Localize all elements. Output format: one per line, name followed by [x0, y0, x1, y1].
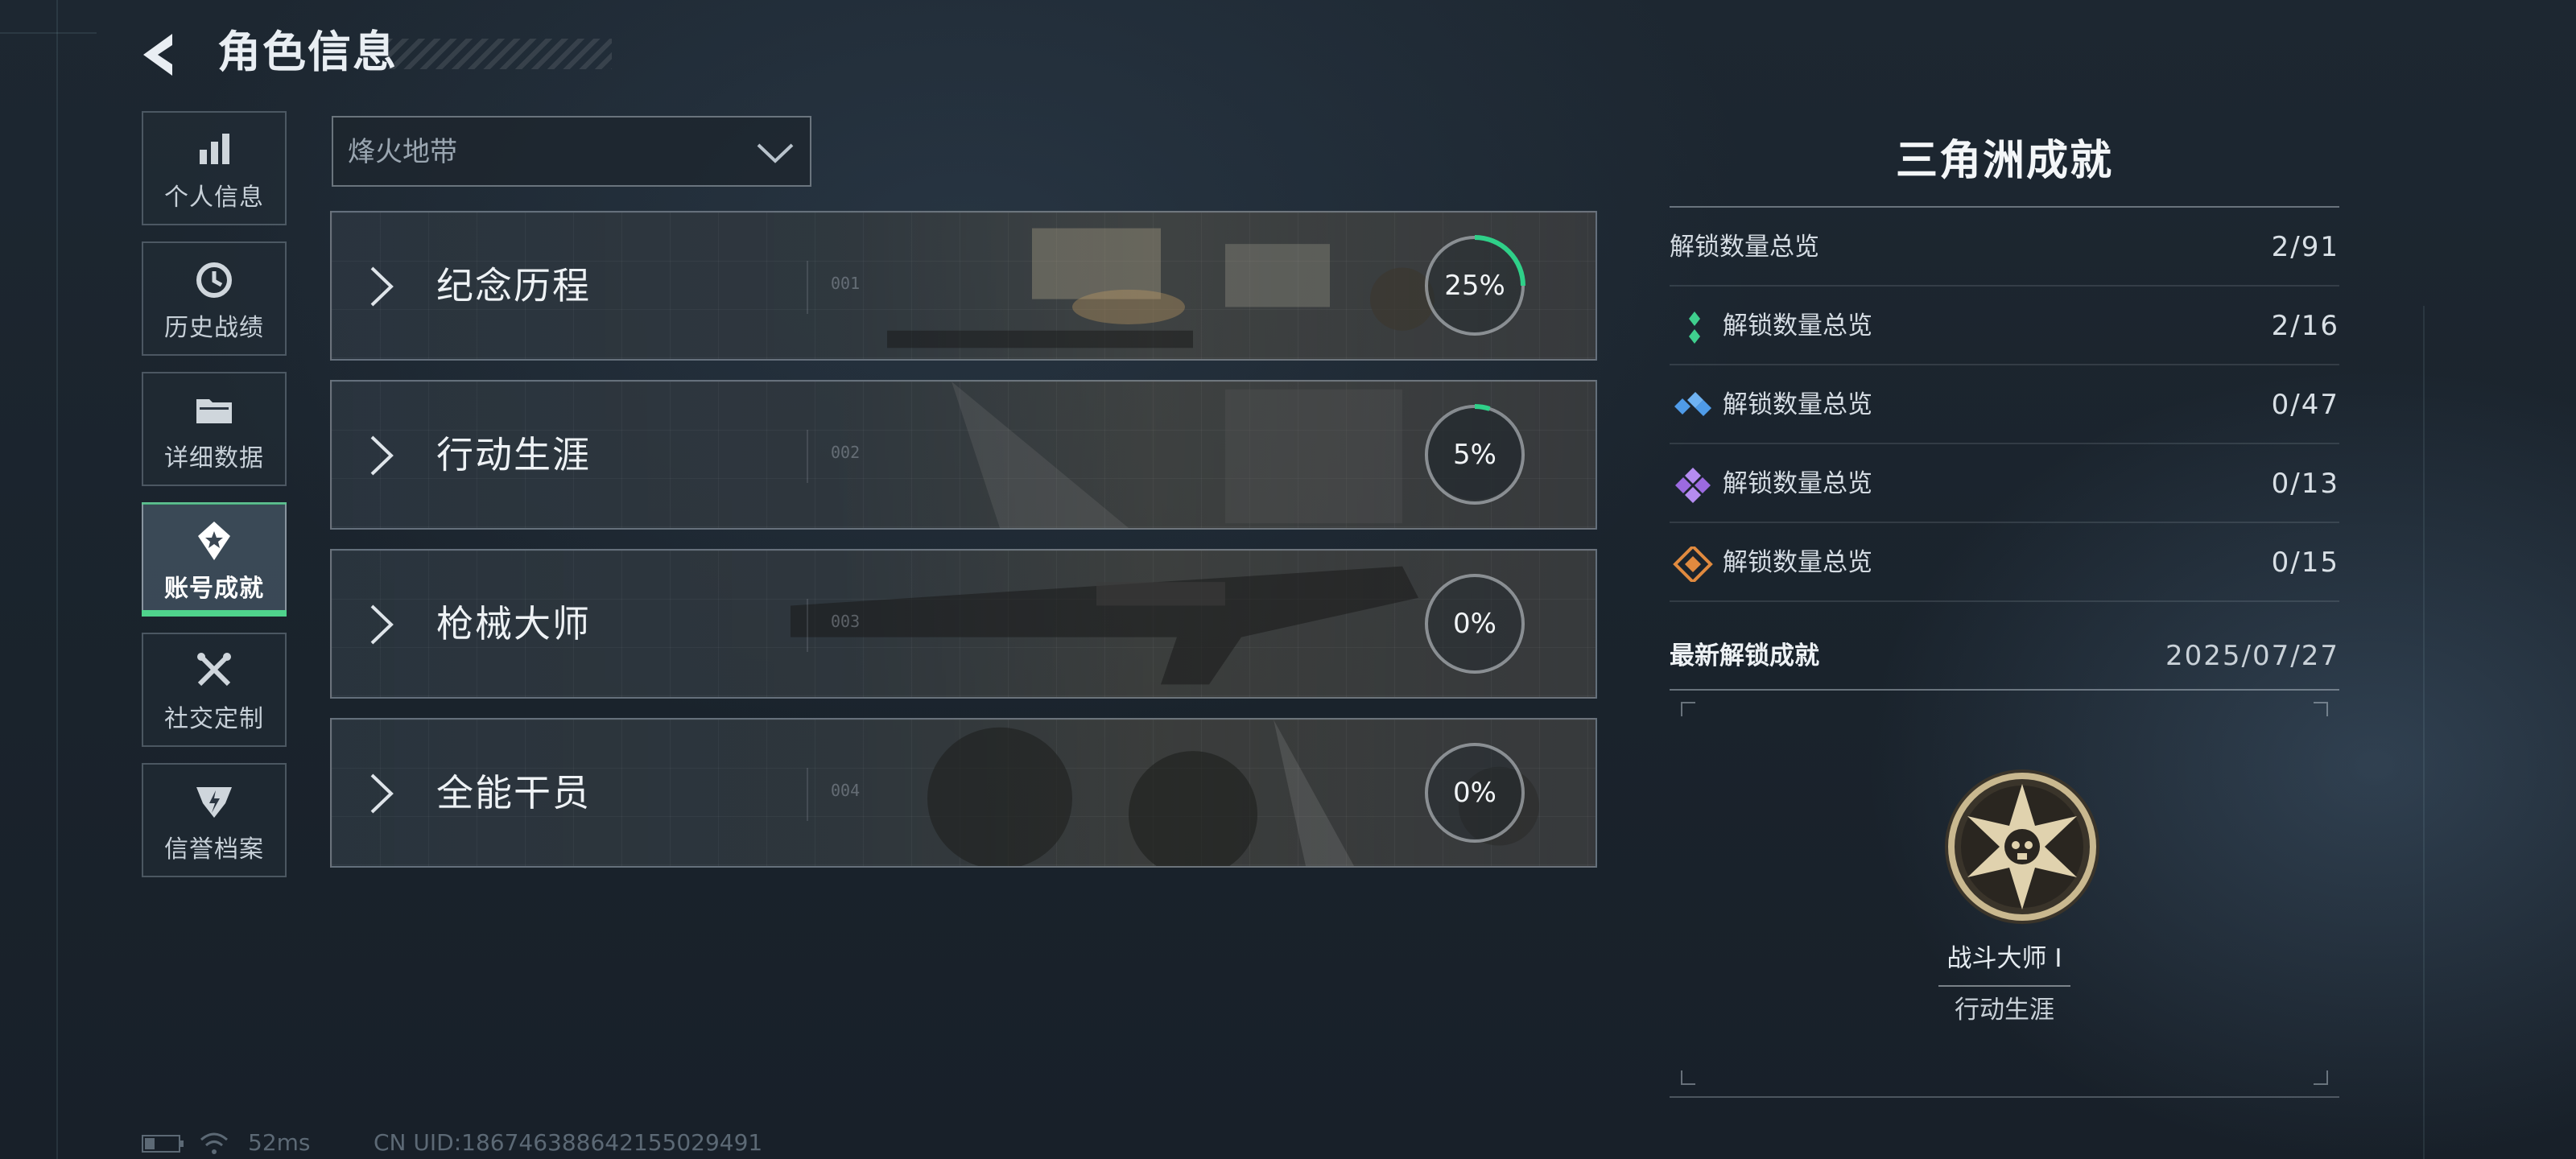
sidebar-item-history[interactable]: 历史战绩	[142, 241, 287, 356]
card-divider	[807, 261, 808, 314]
card-divider	[807, 768, 808, 821]
category-title: 纪念历程	[436, 264, 591, 307]
stat-label: 解锁数量总览	[1723, 469, 1872, 498]
star-skull-medal-icon	[1945, 769, 2099, 924]
progress-label: 5%	[1453, 439, 1496, 471]
latency-text: 52ms	[248, 1129, 311, 1156]
stat-value: 0/13	[2271, 468, 2339, 500]
sidebar-item-personal-info[interactable]: 个人信息	[142, 111, 287, 225]
category-title: 枪械大师	[436, 602, 591, 645]
page-title: 角色信息	[217, 27, 398, 77]
category-title: 全能干员	[436, 771, 591, 815]
sidebar-item-credit[interactable]: 信誉档案	[142, 763, 287, 877]
category-title: 行动生涯	[436, 433, 591, 476]
orange-diamond-icon	[1673, 547, 1713, 582]
chevron-right-icon	[370, 773, 394, 814]
card-divider	[807, 430, 808, 483]
card-divider	[807, 599, 808, 652]
category-card-memorial[interactable]: 纪念历程 001 25%	[330, 211, 1597, 361]
sidebar-item-label: 账号成就	[164, 575, 264, 603]
chevron-down-icon	[757, 143, 794, 163]
sidebar-item-achievements[interactable]: 账号成就	[142, 502, 287, 617]
achievement-category: 行动生涯	[1955, 996, 2054, 1025]
sidebar-item-social[interactable]: 社交定制	[142, 633, 287, 747]
sidebar-item-label: 信誉档案	[164, 835, 264, 864]
wifi-icon	[200, 1132, 228, 1154]
purple-diamond-icon	[1675, 468, 1711, 503]
mode-select-dropdown[interactable]: 烽火地带	[332, 116, 811, 187]
hud-decoration	[0, 32, 97, 34]
stat-label: 解锁数量总览	[1723, 311, 1872, 340]
latest-achievement-date: 2025/07/27	[2165, 640, 2339, 672]
latest-achievement-label: 最新解锁成就	[1670, 641, 1819, 670]
mode-select-value: 烽火地带	[348, 136, 457, 168]
progress-label: 25%	[1444, 270, 1505, 302]
folder-icon	[196, 399, 232, 423]
frame-corner	[1681, 1070, 1695, 1085]
stat-row-orange: 解锁数量总览 0/15	[1670, 523, 2339, 602]
hud-decoration	[2423, 306, 2425, 1159]
stat-label: 解锁数量总览	[1723, 390, 1872, 419]
stat-label: 解锁数量总览	[1670, 233, 1819, 262]
sidebar-item-label: 历史战绩	[164, 314, 264, 342]
progress-label: 0%	[1453, 608, 1496, 640]
category-card-weapons[interactable]: 枪械大师 003 0%	[330, 549, 1597, 699]
stat-value: 2/16	[2271, 310, 2339, 342]
credit-badge-icon	[196, 787, 232, 818]
history-clock-icon	[196, 262, 232, 298]
sidebar-item-label: 社交定制	[164, 705, 264, 733]
category-number: 003	[831, 612, 861, 631]
category-number: 001	[831, 274, 861, 293]
stat-row-total: 解锁数量总览 2/91	[1670, 208, 2339, 287]
progress-label: 0%	[1453, 777, 1496, 809]
frame-corner	[2314, 702, 2328, 716]
header: 角色信息	[137, 23, 620, 87]
title-decoration	[386, 39, 612, 69]
divider	[1670, 689, 2339, 691]
stat-row-green: 解锁数量总览 2/16	[1670, 287, 2339, 365]
category-card-career[interactable]: 行动生涯 002 5%	[330, 380, 1597, 530]
stat-value: 2/91	[2271, 231, 2339, 263]
stat-value: 0/15	[2271, 547, 2339, 579]
category-card-all-round[interactable]: 全能干员 004 0%	[330, 718, 1597, 868]
stat-label: 解锁数量总览	[1723, 548, 1872, 577]
tools-icon	[197, 653, 231, 687]
achievement-star-icon	[198, 522, 230, 560]
sidebar-item-label: 个人信息	[164, 184, 264, 212]
category-number: 004	[831, 781, 861, 800]
category-number: 002	[831, 443, 861, 462]
back-arrow-icon[interactable]	[137, 31, 185, 79]
latest-achievement-card[interactable]: 战斗大师 I 行动生涯	[1681, 702, 2328, 1085]
frame-corner	[1681, 702, 1695, 716]
chevron-right-icon	[370, 435, 394, 476]
hud-decoration	[56, 0, 58, 1159]
sidebar-item-label: 详细数据	[164, 444, 264, 472]
chevron-right-icon	[370, 604, 394, 645]
divider	[1938, 985, 2070, 987]
chevron-right-icon	[370, 266, 394, 307]
sidebar-item-detailed-data[interactable]: 详细数据	[142, 372, 287, 486]
uid-text: CN UID:1867463886421550294​91	[374, 1129, 763, 1156]
stat-row-blue: 解锁数量总览 0/47	[1670, 365, 2339, 444]
stat-row-purple: 解锁数量总览 0/13	[1670, 444, 2339, 523]
panel-title: 三角洲成就	[1895, 137, 2113, 185]
green-diamond-icon	[1689, 311, 1700, 344]
frame-corner	[2314, 1070, 2328, 1085]
stat-value: 0/47	[2271, 389, 2339, 421]
achievement-name: 战斗大师 I	[1946, 944, 2062, 973]
battery-icon	[142, 1135, 184, 1153]
bar-chart-icon	[200, 134, 229, 164]
divider	[1670, 1096, 2339, 1098]
blue-diamond-icon	[1674, 392, 1711, 416]
status-bar: 52ms CN UID:1867463886421550294​91	[142, 1127, 866, 1159]
